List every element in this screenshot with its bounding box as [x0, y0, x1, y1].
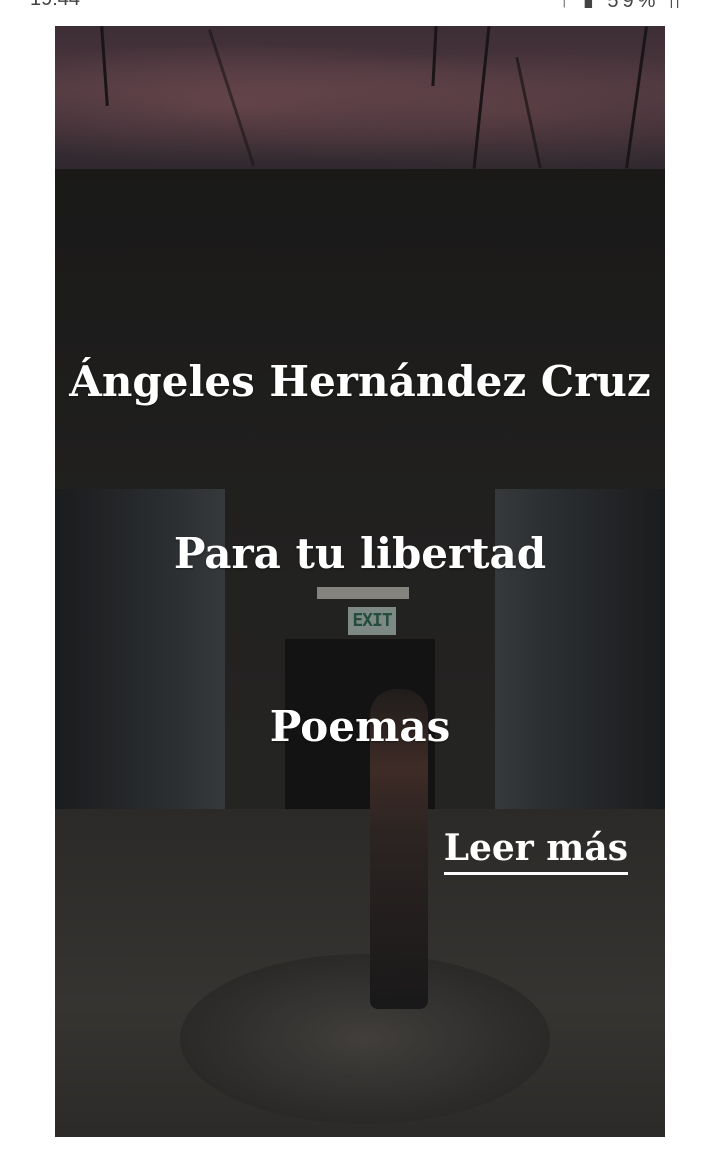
status-time: 19:44 [30, 0, 80, 8]
status-icons: ↑ ▮ 59% ▯ [559, 0, 684, 8]
top-photo [55, 26, 665, 169]
book-title: Para tu libertad [173, 529, 547, 578]
book-genre: Poemas [269, 702, 451, 751]
status-bar: 19:44 ↑ ▮ 59% ▯ [0, 0, 720, 8]
read-more-link[interactable]: Leer más [443, 826, 628, 875]
hero-card: EXIT Ángeles Hernández Cruz Para tu libe… [55, 26, 665, 1137]
author-name: Ángeles Hernández Cruz [69, 357, 651, 406]
hallway-photo: EXIT [55, 169, 665, 1137]
